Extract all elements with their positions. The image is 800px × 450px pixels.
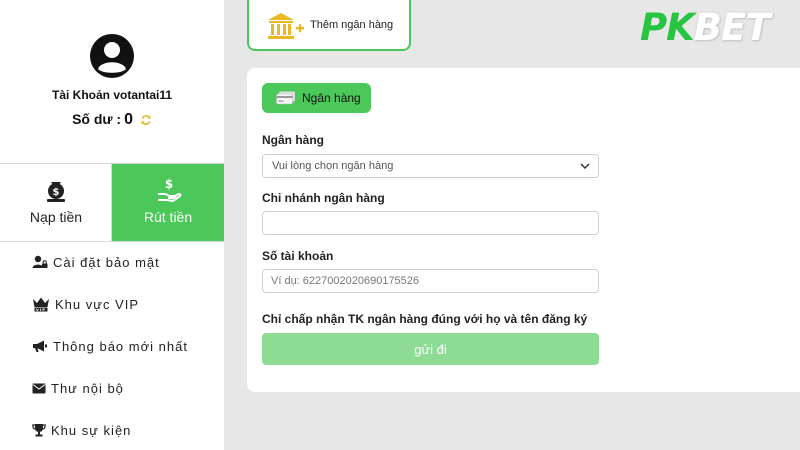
add-bank-tab[interactable]: Thêm ngân hàng xyxy=(247,0,411,51)
chevron-down-icon xyxy=(580,163,590,170)
user-avatar-icon xyxy=(90,34,134,78)
menu-item-label: Thông báo mới nhất xyxy=(53,338,188,354)
user-lock-icon xyxy=(32,255,48,268)
deposit-label: Nạp tiền xyxy=(29,209,83,225)
bank-add-icon xyxy=(268,13,304,39)
bank-tab-pill[interactable]: Ngân hàng xyxy=(262,83,371,113)
refresh-icon[interactable] xyxy=(140,114,152,126)
balance: Số dư :0 xyxy=(0,111,224,129)
balance-label: Số dư : xyxy=(72,111,122,127)
menu-item-label: Cài đặt bảo mật xyxy=(53,254,160,270)
bank-notice: Chỉ chấp nhận TK ngân hàng đúng với họ v… xyxy=(262,312,588,326)
megaphone-icon xyxy=(33,340,47,352)
money-bag-icon: $ xyxy=(47,182,65,202)
menu-item-label: Khu sự kiện xyxy=(51,422,132,438)
account-number-field-label: Số tài khoản xyxy=(262,249,334,263)
menu-item-vip[interactable]: VIP Khu vực VIP xyxy=(32,292,224,316)
account-number-input[interactable] xyxy=(262,269,599,293)
add-bank-label: Thêm ngân hàng xyxy=(310,19,394,31)
branch-field-label: Chi nhánh ngân hàng xyxy=(262,191,385,205)
bank-form-panel: Ngân hàng Ngân hàng Vui lòng chọn ngân h… xyxy=(247,68,800,392)
menu-item-label: Khu vực VIP xyxy=(55,296,140,312)
svg-text:$: $ xyxy=(165,177,173,191)
pkbet-logo: PKBET xyxy=(640,6,771,50)
bank-select-value: Vui lòng chọn ngân hàng xyxy=(272,160,394,172)
svg-text:$: $ xyxy=(53,187,60,198)
withdraw-button[interactable]: $ Rút tiền xyxy=(112,164,224,241)
hand-money-icon: $ xyxy=(158,177,182,203)
sidebar: Tài Khoản votantai11 Số dư :0 $ Nạp tiền… xyxy=(0,0,224,450)
deposit-button[interactable]: $ Nạp tiền xyxy=(0,164,112,241)
menu-item-security[interactable]: Cài đặt bảo mật xyxy=(32,250,224,274)
menu-item-inbox[interactable]: Thư nội bộ xyxy=(32,376,224,400)
submit-button[interactable]: gửi đi xyxy=(262,333,599,365)
bank-tab-label: Ngân hàng xyxy=(302,91,361,105)
logo-text-pk: PK xyxy=(640,6,695,49)
deposit-withdraw-row: $ Nạp tiền $ Rút tiền xyxy=(0,163,224,242)
logo-text-bet: BET xyxy=(693,6,771,49)
withdraw-label: Rút tiền xyxy=(143,209,193,225)
account-name: Tài Khoản votantai11 xyxy=(51,88,173,102)
trophy-icon xyxy=(32,424,46,437)
branch-input[interactable] xyxy=(262,211,599,235)
bank-select[interactable]: Vui lòng chọn ngân hàng xyxy=(262,154,599,178)
bank-field-label: Ngân hàng xyxy=(262,133,324,147)
envelope-icon xyxy=(32,383,46,393)
menu-item-label: Thư nội bộ xyxy=(51,380,124,396)
svg-text:VIP: VIP xyxy=(36,307,46,312)
vip-crown-icon: VIP xyxy=(33,297,49,312)
menu-item-notifications[interactable]: Thông báo mới nhất xyxy=(32,334,224,358)
balance-value: 0 xyxy=(124,111,134,128)
bank-card-icon xyxy=(276,91,295,105)
menu-item-events[interactable]: Khu sự kiện xyxy=(32,418,224,442)
